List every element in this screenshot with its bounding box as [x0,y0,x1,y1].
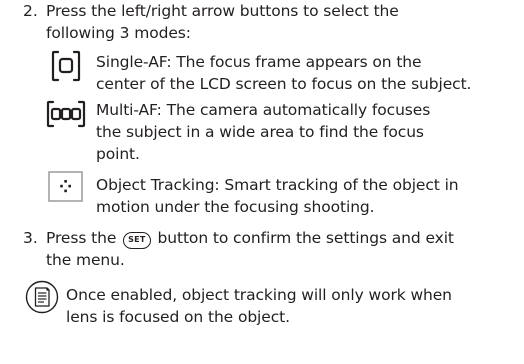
single-af-icon [51,50,81,82]
object-tracking-icon [48,171,83,202]
step-2-text-line-1: Press the left/right arrow buttons to se… [46,2,399,20]
object-tracking-line-1: Object Tracking: Smart tracking of the o… [96,176,459,194]
multi-af-line-2: the subject in a wide area to find the f… [96,123,424,141]
step-2-text-line-2: following 3 modes: [46,24,191,42]
set-button-icon: SET [123,232,151,249]
single-af-line-1: Single-AF: The focus frame appears on th… [96,53,422,71]
multi-af-line-1: Multi-AF: The camera automatically focus… [96,101,431,119]
manual-page: 2. Press the left/right arrow buttons to… [0,0,524,364]
step-3-text-line-2: the menu. [46,251,125,269]
multi-af-icon [46,100,86,128]
note-line-1: Once enabled, object tracking will only … [66,286,452,304]
note-line-2: lens is focused on the object. [66,308,290,326]
step-3-text-line-1: Press the SET button to confirm the sett… [46,227,454,249]
step-2-number: 2. [23,2,38,20]
note-icon [25,280,59,314]
multi-af-line-3: point. [96,145,140,163]
step-3-text-after: button to confirm the settings and exit [157,229,454,247]
step-3-text-before: Press the [46,229,117,247]
object-tracking-line-2: motion under the focusing shooting. [96,198,375,216]
single-af-line-2: center of the LCD screen to focus on the… [96,75,472,93]
step-3-number: 3. [23,229,38,247]
